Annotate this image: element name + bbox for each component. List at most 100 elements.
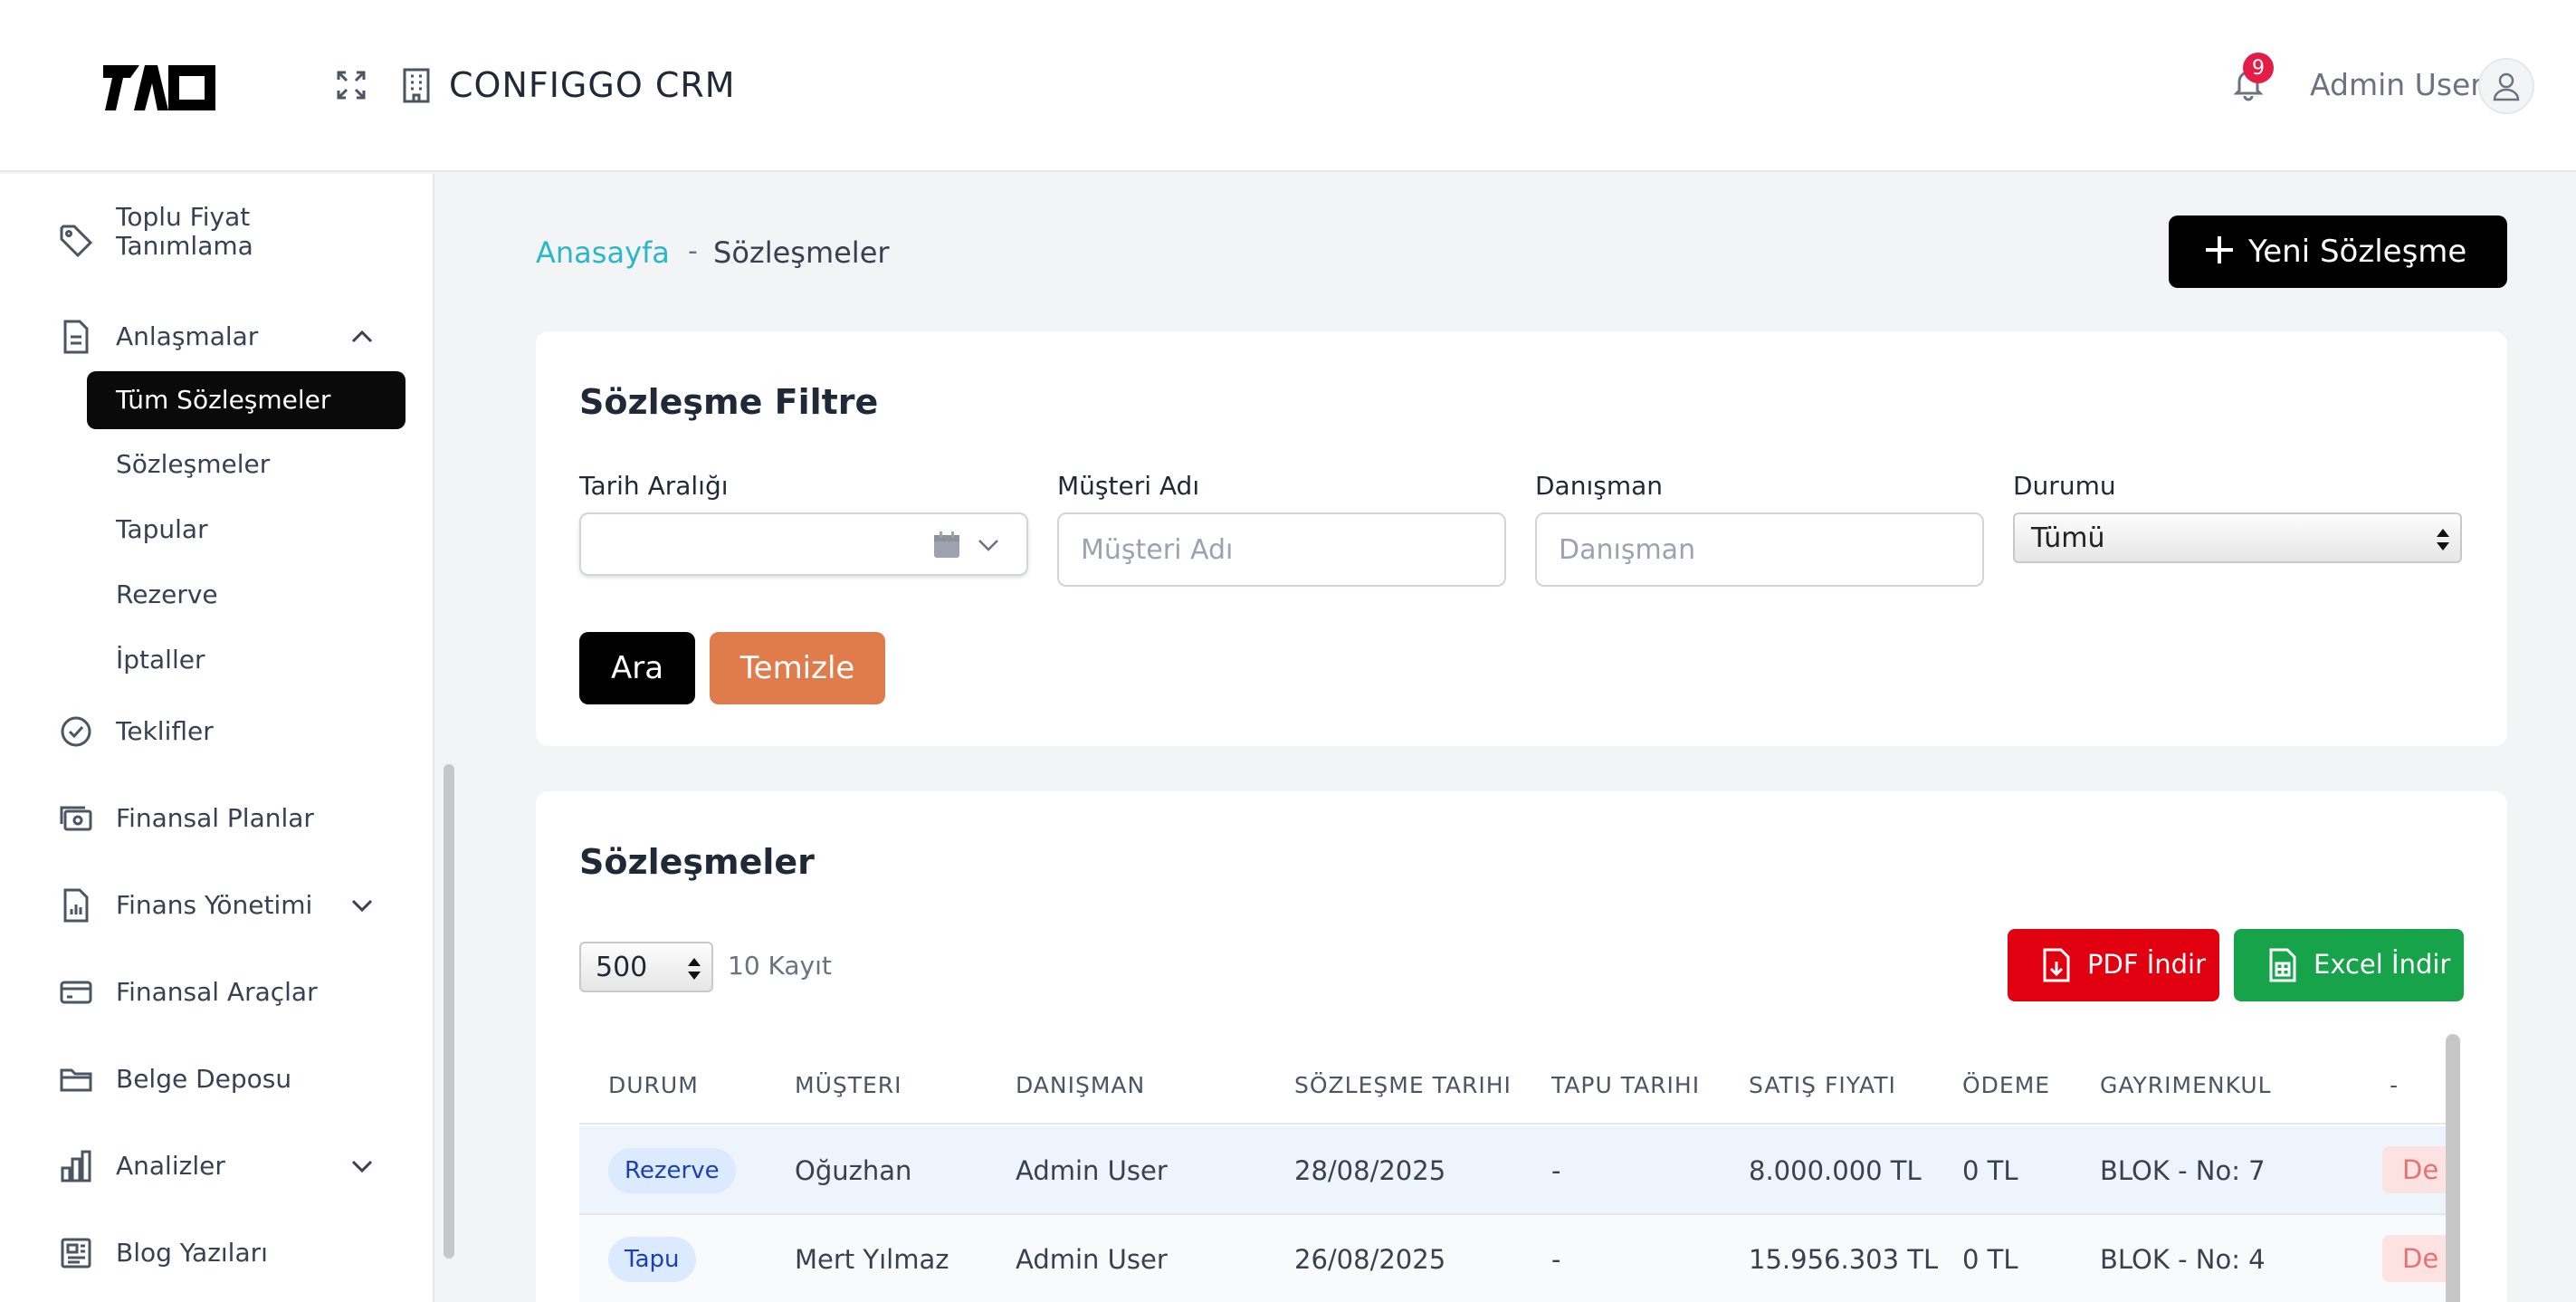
app-title: CONFIGGO CRM [449, 65, 736, 105]
sidebar-item-label: Anlaşmalar [116, 321, 259, 351]
brand-logo[interactable] [103, 60, 215, 110]
cell-advisor: Admin User [1016, 1244, 1168, 1275]
select-arrows-icon [688, 958, 701, 980]
sidebar-item-label: Finansal Araçlar [116, 977, 318, 1007]
select-arrows-icon [2437, 529, 2449, 550]
status-badge: Tapu [608, 1237, 696, 1282]
newspaper-icon [61, 1238, 91, 1268]
sidebar-item-financial-plans[interactable]: Finansal Planlar [0, 791, 425, 846]
row-action-button[interactable]: De [2382, 1235, 2455, 1282]
cell-payment: 0 TL [1962, 1244, 2018, 1275]
chevron-down-icon [351, 899, 373, 913]
sidebar-item-label: Belge Deposu [116, 1064, 292, 1094]
breadcrumb-home-link[interactable]: Anasayfa [536, 235, 670, 270]
avatar[interactable] [2478, 58, 2534, 114]
table-scrollbar[interactable] [2446, 1034, 2460, 1302]
column-header-contract-date[interactable]: SÖZLEŞME TARIHI [1294, 1072, 1512, 1098]
check-circle-icon [61, 716, 91, 747]
date-range-label: Tarih Aralığı [579, 471, 729, 501]
page-size-select[interactable]: 500 [579, 942, 713, 992]
cell-deed-date: - [1551, 1155, 1561, 1186]
sidebar-subitem-reserve[interactable]: Rezerve [116, 579, 218, 609]
contracts-card: Sözleşmeler 500 10 Kayıt PDF İndir Excel… [536, 791, 2507, 1302]
excel-download-button[interactable]: Excel İndir [2234, 929, 2464, 1001]
sidebar-item-offers[interactable]: Teklifler [0, 704, 425, 759]
page-size-value: 500 [596, 951, 648, 983]
credit-card-icon [60, 981, 92, 1004]
user-name[interactable]: Admin User [2310, 67, 2483, 102]
status-select-value: Tümü [2031, 522, 2105, 554]
advisor-label: Danışman [1535, 471, 1664, 501]
cell-customer: Mert Yılmaz [795, 1244, 949, 1275]
breadcrumb-current: Sözleşmeler [713, 235, 890, 270]
clear-button[interactable]: Temizle [710, 632, 885, 704]
filter-title: Sözleşme Filtre [579, 382, 879, 422]
sidebar-item-label: Toplu Fiyat Tanımlama [116, 202, 253, 261]
new-contract-button[interactable]: Yeni Sözleşme [2169, 215, 2507, 288]
status-badge: Rezerve [608, 1148, 736, 1193]
sidebar-item-label: Finans Yönetimi [116, 890, 313, 920]
filter-card: Sözleşme Filtre Tarih Aralığı Müşteri Ad… [536, 331, 2507, 746]
user-icon [2493, 72, 2520, 101]
column-header-price[interactable]: SATIŞ FIYATI [1749, 1072, 1896, 1098]
calendar-icon [934, 531, 959, 558]
sidebar-item-label: Teklifler [116, 716, 214, 746]
sidebar-subitem-all-contracts[interactable]: Tüm Sözleşmeler [87, 371, 405, 429]
cell-contract-date: 26/08/2025 [1294, 1244, 1446, 1275]
column-header-advisor[interactable]: DANIŞMAN [1016, 1072, 1145, 1098]
sidebar-item-blog-posts[interactable]: Blog Yazıları [0, 1226, 425, 1280]
column-header-property[interactable]: GAYRIMENKUL [2100, 1072, 2272, 1098]
money-icon [60, 806, 92, 831]
sidebar-item-label: Analizler [116, 1151, 225, 1181]
cell-price: 15.956.303 TL [1749, 1244, 1939, 1275]
bar-chart-icon [61, 1150, 91, 1182]
breadcrumb-separator: - [688, 235, 698, 267]
record-count: 10 Kayıt [728, 951, 832, 981]
sidebar-item-finance-management[interactable]: Finans Yönetimi [0, 878, 425, 933]
spreadsheet-icon [2269, 948, 2296, 982]
column-header-actions: - [2390, 1072, 2399, 1098]
date-range-input[interactable] [579, 512, 1028, 576]
top-header: CONFIGGO CRM 9 Admin User [0, 0, 2576, 172]
file-download-icon [2043, 948, 2070, 982]
status-label: Durumu [2013, 471, 2116, 501]
column-header-payment[interactable]: ÖDEME [1962, 1072, 2050, 1098]
sidebar-item-agreements[interactable]: Anlaşmalar [0, 310, 425, 364]
column-header-deed-date[interactable]: TAPU TARIHI [1551, 1072, 1700, 1098]
sidebar-item-analytics[interactable]: Analizler [0, 1139, 425, 1193]
column-header-status[interactable]: DURUM [608, 1072, 699, 1098]
sidebar-item-bulk-price[interactable]: Toplu Fiyat Tanımlama [0, 201, 425, 264]
cell-contract-date: 28/08/2025 [1294, 1155, 1446, 1186]
cell-property: BLOK - No: 7 [2100, 1155, 2266, 1186]
column-header-customer[interactable]: MÜŞTERI [795, 1072, 902, 1098]
pdf-download-button[interactable]: PDF İndir [2008, 929, 2219, 1001]
new-contract-label: Yeni Sözleşme [2248, 234, 2467, 270]
chevron-up-icon [351, 330, 373, 343]
cell-deed-date: - [1551, 1244, 1561, 1275]
table-row[interactable]: Tapu Mert Yılmaz Admin User 26/08/2025 -… [579, 1215, 2455, 1302]
sidebar-item-document-storage[interactable]: Belge Deposu [0, 1052, 425, 1106]
search-button[interactable]: Ara [579, 632, 695, 704]
sidebar-subitem-cancellations[interactable]: İptaller [116, 645, 205, 675]
fullscreen-icon[interactable] [335, 69, 367, 101]
sidebar-subitem-label: Tüm Sözleşmeler [116, 385, 331, 415]
status-select[interactable]: Tümü [2013, 512, 2462, 563]
cell-property: BLOK - No: 4 [2100, 1244, 2266, 1275]
chevron-down-icon [351, 1160, 373, 1173]
cell-price: 8.000.000 TL [1749, 1155, 1922, 1186]
customer-name-input[interactable]: Müşteri Adı [1057, 512, 1506, 587]
sidebar-subitem-deeds[interactable]: Tapular [116, 514, 208, 544]
report-icon [63, 888, 89, 923]
chevron-down-icon [978, 540, 998, 551]
pdf-download-label: PDF İndir [2087, 949, 2207, 980]
cell-advisor: Admin User [1016, 1155, 1168, 1186]
sidebar-item-financial-tools[interactable]: Finansal Araçlar [0, 965, 425, 1020]
advisor-input[interactable]: Danışman [1535, 512, 1984, 587]
sidebar-scrollbar[interactable] [444, 764, 454, 1259]
row-action-button[interactable]: De [2382, 1146, 2455, 1193]
tag-icon [60, 225, 93, 258]
document-icon [63, 320, 89, 354]
sidebar-subitem-contracts[interactable]: Sözleşmeler [116, 449, 270, 479]
table-row[interactable]: Rezerve Oğuzhan Admin User 28/08/2025 - … [579, 1126, 2455, 1215]
notification-count-badge: 9 [2243, 53, 2274, 83]
